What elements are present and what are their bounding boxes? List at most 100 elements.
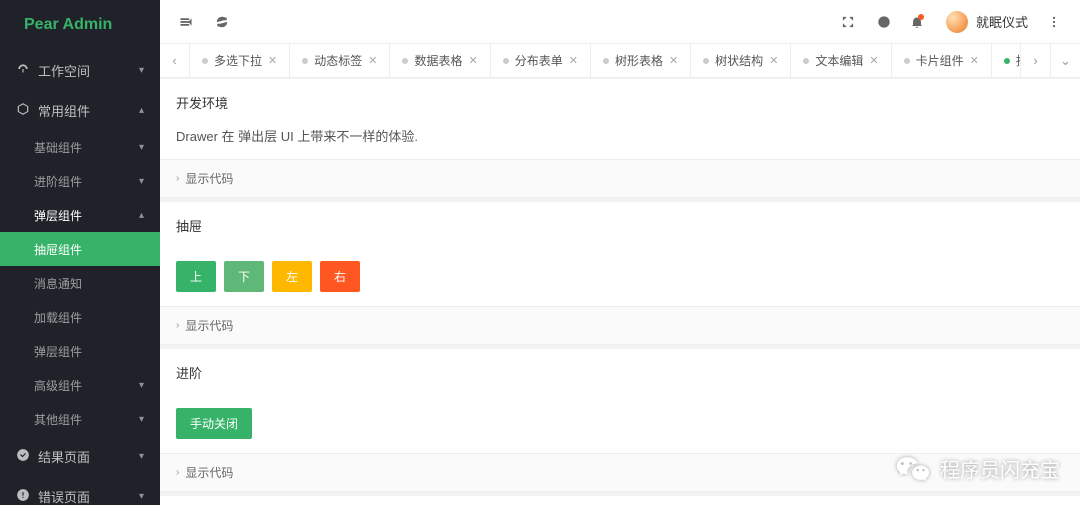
show-code-toggle[interactable]: › 显示代码 [160, 453, 1080, 491]
tab[interactable]: 分布表单 ✕ [491, 44, 591, 78]
chevron-down-icon: ▾ [139, 65, 144, 76]
tabs-list: 多选下拉✕动态标签✕数据表格✕分布表单✕树形表格✕树状结构✕文本编辑✕卡片组件✕… [190, 44, 1020, 78]
sidebar-item-workspace[interactable]: 工作空间 ▾ [0, 50, 160, 90]
tab[interactable]: 数据表格 ✕ [390, 44, 490, 78]
tab-label: 数据表格 [414, 52, 462, 69]
tab-close-icon[interactable]: ✕ [669, 54, 678, 67]
tab[interactable]: 抽屉组件✕ [992, 44, 1020, 78]
tab[interactable]: 卡片组件✕ [892, 44, 992, 78]
tab-bar: ‹ 多选下拉✕动态标签✕数据表格✕分布表单✕树形表格✕树状结构✕文本编辑✕卡片组… [160, 44, 1080, 78]
notification-dot [918, 14, 924, 20]
sidebar-item-popup-sub[interactable]: 弹层组件 [0, 334, 160, 368]
sidebar-item-label: 错误页面 [38, 487, 90, 505]
sidebar-item-label: 基础组件 [34, 139, 82, 156]
chevron-right-icon: › [176, 467, 179, 478]
sidebar-item-basic[interactable]: 基础组件 ▾ [0, 130, 160, 164]
show-code-toggle[interactable]: › 显示代码 [160, 159, 1080, 197]
tabs-scroll-right[interactable]: › [1020, 44, 1050, 78]
chevron-down-icon: ▾ [139, 176, 144, 187]
sidebar-item-label: 弹层组件 [34, 207, 82, 224]
tab-dot-icon [603, 58, 609, 64]
tab-close-icon[interactable]: ✕ [368, 54, 377, 67]
tab-dot-icon [503, 58, 509, 64]
drawer-up-button[interactable]: 上 [176, 261, 216, 292]
drawer-down-button[interactable]: 下 [224, 261, 264, 292]
sidebar-item-popup[interactable]: 弹层组件 ▴ [0, 198, 160, 232]
main-area: 就眠仪式 ‹ 多选下拉✕动态标签✕数据表格✕分布表单✕树形表格✕树状结构✕文本编… [160, 0, 1080, 505]
show-code-label: 显示代码 [185, 464, 233, 481]
sidebar-item-other[interactable]: 其他组件 ▾ [0, 402, 160, 436]
sidebar-item-common[interactable]: 常用组件 ▴ [0, 90, 160, 130]
chevron-down-icon: ▾ [139, 414, 144, 425]
sidebar-item-label: 工作空间 [38, 61, 90, 80]
cube-icon [16, 102, 30, 119]
sidebar-item-label: 高级组件 [34, 377, 82, 394]
tab[interactable]: 多选下拉✕ [190, 44, 290, 78]
drawer-left-button[interactable]: 左 [272, 261, 312, 292]
language-button[interactable] [866, 0, 902, 44]
tab[interactable]: 树形表格✕ [591, 44, 691, 78]
collapse-sidebar-button[interactable] [168, 0, 204, 44]
tabs-scroll-left[interactable]: ‹ [160, 44, 190, 78]
show-code-label: 显示代码 [185, 317, 233, 334]
alert-circle-icon [16, 488, 30, 505]
refresh-button[interactable] [204, 0, 240, 44]
tab-close-icon[interactable]: ✕ [869, 54, 878, 67]
chevron-down-icon: ▾ [139, 491, 144, 502]
manual-close-button[interactable]: 手动关闭 [176, 408, 252, 439]
tab-close-icon[interactable]: ✕ [769, 54, 778, 67]
notification-button[interactable] [902, 0, 938, 44]
sidebar: Pear Admin 工作空间 ▾ 常用组件 ▴ 基础组件 ▾ 进阶组件 ▾ 弹… [0, 0, 160, 505]
content-area: 开发环境 Drawer 在 弹出层 UI 上带来不一样的体验. › 显示代码 抽… [160, 78, 1080, 505]
tab-close-icon[interactable]: ✕ [569, 54, 578, 67]
section-dev-env-text: Drawer 在 弹出层 UI 上带来不一样的体验. [160, 126, 1080, 159]
chevron-down-icon: ▾ [139, 380, 144, 391]
section-advanced-title: 进阶 [160, 349, 1080, 396]
sidebar-item-loading[interactable]: 加载组件 [0, 300, 160, 334]
sidebar-item-label: 弹层组件 [34, 343, 82, 360]
sidebar-item-error[interactable]: 错误页面 ▾ [0, 476, 160, 505]
user-name: 就眠仪式 [976, 12, 1028, 31]
chevron-right-icon: › [176, 320, 179, 331]
tab-dot-icon [202, 58, 208, 64]
dashboard-icon [16, 62, 30, 79]
chevron-right-icon: › [176, 173, 179, 184]
user-menu[interactable]: 就眠仪式 [938, 11, 1036, 33]
drawer-right-button[interactable]: 右 [320, 261, 360, 292]
brand-title: Pear Admin [0, 0, 160, 50]
sidebar-item-notification[interactable]: 消息通知 [0, 266, 160, 300]
tab-label: 分布表单 [515, 52, 563, 69]
chevron-down-icon: ▾ [139, 142, 144, 153]
check-circle-icon [16, 448, 30, 465]
tab-dot-icon [904, 58, 910, 64]
sidebar-item-label: 进阶组件 [34, 173, 82, 190]
tab[interactable]: 动态标签✕ [290, 44, 390, 78]
drawer-direction-row: 上 下 左 右 [160, 249, 1080, 306]
tab[interactable]: 树状结构✕ [691, 44, 791, 78]
show-code-toggle[interactable]: › 显示代码 [160, 306, 1080, 344]
section-dev-env-title: 开发环境 [160, 79, 1080, 126]
sidebar-item-senior[interactable]: 高级组件 ▾ [0, 368, 160, 402]
tab-close-icon[interactable]: ✕ [468, 54, 477, 67]
more-button[interactable] [1036, 0, 1072, 44]
show-code-label: 显示代码 [185, 170, 233, 187]
sidebar-item-result[interactable]: 结果页面 ▾ [0, 436, 160, 476]
tab-dot-icon [302, 58, 308, 64]
chevron-up-icon: ▴ [139, 105, 144, 116]
sidebar-item-label: 结果页面 [38, 447, 90, 466]
tab-dot-icon [803, 58, 809, 64]
tab-label: 文本编辑 [815, 52, 863, 69]
tab-close-icon[interactable]: ✕ [970, 54, 979, 67]
chevron-up-icon: ▴ [139, 210, 144, 221]
tab-close-icon[interactable]: ✕ [268, 54, 277, 67]
sidebar-item-drawer[interactable]: 抽屉组件 [0, 232, 160, 266]
sidebar-item-label: 抽屉组件 [34, 241, 82, 258]
sidebar-item-label: 消息通知 [34, 275, 82, 292]
sidebar-item-advanced[interactable]: 进阶组件 ▾ [0, 164, 160, 198]
sidebar-item-label: 其他组件 [34, 411, 82, 428]
tabs-dropdown[interactable]: ⌄ [1050, 44, 1080, 78]
fullscreen-button[interactable] [830, 0, 866, 44]
tab-dot-icon [402, 58, 408, 64]
section-drawer-title: 抽屉 [160, 202, 1080, 249]
tab[interactable]: 文本编辑 ✕ [791, 44, 891, 78]
